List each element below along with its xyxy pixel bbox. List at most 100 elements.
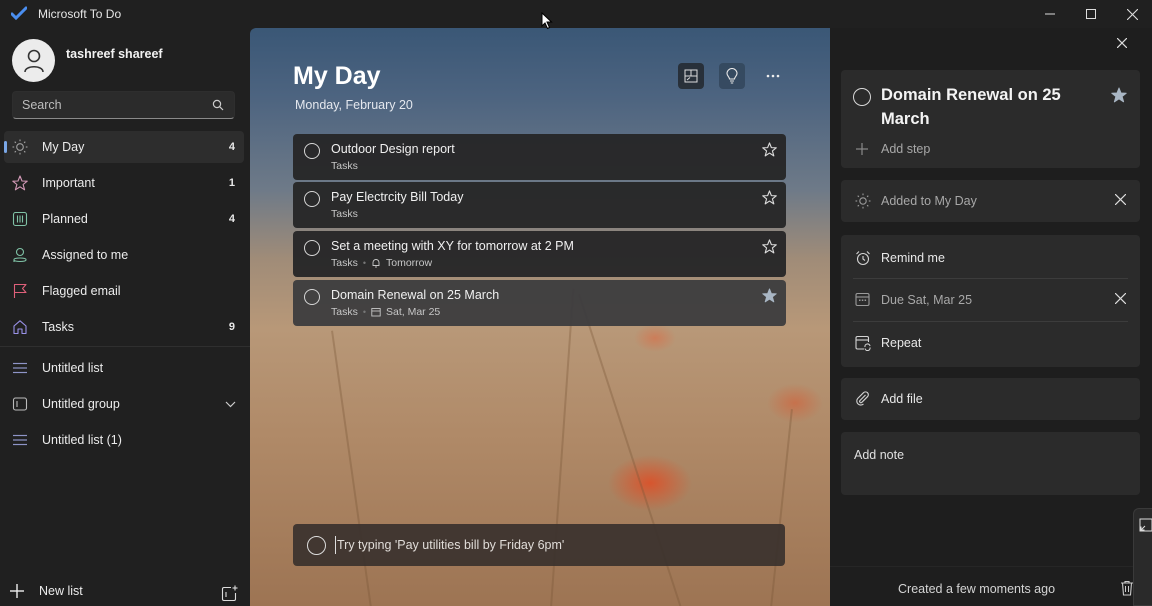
plus-icon	[10, 584, 24, 598]
group-icon	[12, 397, 28, 411]
more-options-button[interactable]	[760, 63, 786, 89]
close-detail-icon[interactable]	[1117, 38, 1127, 48]
sidebar-item-label: Untitled list	[42, 361, 104, 375]
floating-widget[interactable]	[1133, 508, 1152, 606]
sidebar-divider	[0, 346, 250, 347]
sidebar-item-label: Important	[42, 176, 95, 190]
sun-icon	[12, 139, 28, 155]
calendar-grid-icon	[12, 211, 28, 227]
add-task-box[interactable]	[293, 524, 785, 566]
add-file-label: Add file	[881, 392, 923, 406]
new-list-button[interactable]: New list	[9, 583, 83, 599]
sidebar-item-important[interactable]: Important 1	[4, 167, 244, 199]
add-file-row[interactable]: Add file	[841, 378, 1140, 420]
close-window-button[interactable]	[1112, 0, 1152, 28]
star-outline-icon[interactable]	[762, 190, 777, 205]
person-icon	[13, 247, 27, 263]
background-wheat-stalk	[770, 408, 793, 606]
star-icon	[12, 175, 28, 191]
note-card[interactable]: Add note	[841, 432, 1140, 495]
page-title: My Day	[293, 62, 381, 90]
app-logo-icon	[11, 6, 27, 20]
add-note-field[interactable]: Add note	[854, 448, 904, 462]
star-outline-icon[interactable]	[762, 142, 777, 157]
expand-icon	[1139, 518, 1152, 532]
star-outline-icon[interactable]	[762, 239, 777, 254]
reminders-card: Remind me Due Sat, Mar 25 Repeat	[841, 235, 1140, 367]
task-item-selected[interactable]: Domain Renewal on 25 March Tasks • Sat, …	[293, 280, 786, 326]
title-bar: Microsoft To Do	[0, 0, 1152, 28]
task-detail-panel: Domain Renewal on 25 March Add step Adde…	[830, 28, 1152, 606]
minimize-button[interactable]	[1030, 0, 1070, 28]
item-count: 4	[228, 141, 235, 153]
star-filled-icon[interactable]	[1111, 87, 1127, 103]
avatar[interactable]	[12, 39, 55, 82]
flag-icon	[13, 283, 27, 298]
task-meta: Tasks	[331, 208, 358, 220]
search-input[interactable]	[22, 97, 202, 113]
chevron-down-icon[interactable]	[225, 401, 236, 408]
sidebar-item-label: Untitled list (1)	[42, 433, 122, 447]
plus-icon	[856, 143, 868, 155]
app-title: Microsoft To Do	[38, 7, 122, 21]
sidebar: tashreef shareef My Day 4 Important 1 Pl…	[0, 28, 250, 606]
task-complete-checkbox[interactable]	[304, 240, 320, 256]
sidebar-item-label: Flagged email	[42, 284, 121, 298]
task-complete-checkbox[interactable]	[304, 289, 320, 305]
added-to-my-day-row[interactable]: Added to My Day	[841, 180, 1140, 222]
added-to-my-day-label: Added to My Day	[881, 194, 977, 208]
maximize-button[interactable]	[1071, 0, 1111, 28]
task-list-name: Tasks	[331, 257, 358, 269]
task-item[interactable]: Outdoor Design report Tasks	[293, 134, 786, 180]
sidebar-item-planned[interactable]: Planned 4	[4, 203, 244, 235]
search-box[interactable]	[12, 91, 235, 119]
search-icon[interactable]	[212, 99, 224, 111]
minimize-icon	[1045, 13, 1055, 15]
my-day-card: Added to My Day	[841, 180, 1140, 222]
trash-icon[interactable]	[1120, 580, 1134, 596]
task-meta: Tasks • Tomorrow	[331, 257, 432, 269]
task-title: Domain Renewal on 25 March	[331, 288, 500, 302]
detail-task-title[interactable]: Domain Renewal on 25 March	[881, 83, 1101, 131]
add-step-row[interactable]: Add step	[841, 128, 1140, 170]
sidebar-group-untitled-group[interactable]: Untitled group	[4, 388, 244, 420]
sidebar-list-untitled-list[interactable]: Untitled list	[4, 352, 244, 384]
due-date-row[interactable]: Due Sat, Mar 25	[841, 279, 1140, 321]
my-day-view: My Day Monday, February 20 Outdoor Desig…	[250, 28, 830, 606]
remind-me-row[interactable]: Remind me	[841, 237, 1140, 279]
remove-due-date-icon[interactable]	[1115, 293, 1126, 304]
footer-divider	[830, 566, 1152, 567]
task-item[interactable]: Pay Electrcity Bill Today Tasks	[293, 182, 786, 228]
task-title: Outdoor Design report	[331, 142, 455, 156]
task-complete-checkbox[interactable]	[304, 191, 320, 207]
repeat-row[interactable]: Repeat	[841, 322, 1140, 364]
sidebar-list-untitled-list-1[interactable]: Untitled list (1)	[4, 424, 244, 456]
sidebar-item-flagged-email[interactable]: Flagged email	[4, 275, 244, 307]
file-card: Add file	[841, 378, 1140, 420]
repeat-calendar-icon	[855, 335, 871, 351]
star-filled-icon[interactable]	[762, 288, 777, 303]
list-icon	[13, 434, 27, 446]
new-group-icon[interactable]	[221, 585, 238, 602]
sidebar-item-assigned-to-me[interactable]: Assigned to me	[4, 239, 244, 271]
task-item[interactable]: Set a meeting with XY for tomorrow at 2 …	[293, 231, 786, 277]
sidebar-item-label: Assigned to me	[42, 248, 129, 262]
sun-icon	[855, 193, 871, 209]
task-complete-checkbox[interactable]	[853, 88, 871, 106]
sidebar-item-my-day[interactable]: My Day 4	[4, 131, 244, 163]
suggestions-button[interactable]	[719, 63, 745, 89]
add-task-input[interactable]	[335, 536, 765, 554]
task-title: Set a meeting with XY for tomorrow at 2 …	[331, 239, 574, 253]
created-timestamp: Created a few moments ago	[898, 582, 1056, 596]
task-complete-checkbox[interactable]	[304, 143, 320, 159]
bell-icon	[372, 259, 380, 268]
task-due-date: Sat, Mar 25	[386, 306, 441, 318]
change-background-button[interactable]	[678, 63, 704, 89]
remove-from-my-day-icon[interactable]	[1115, 194, 1126, 205]
sidebar-item-tasks[interactable]: Tasks 9	[4, 311, 244, 343]
meta-separator: •	[362, 258, 366, 268]
paperclip-icon	[856, 391, 869, 406]
user-name[interactable]: tashreef shareef	[66, 47, 163, 61]
close-icon	[1126, 8, 1138, 20]
new-list-label: New list	[39, 584, 83, 598]
